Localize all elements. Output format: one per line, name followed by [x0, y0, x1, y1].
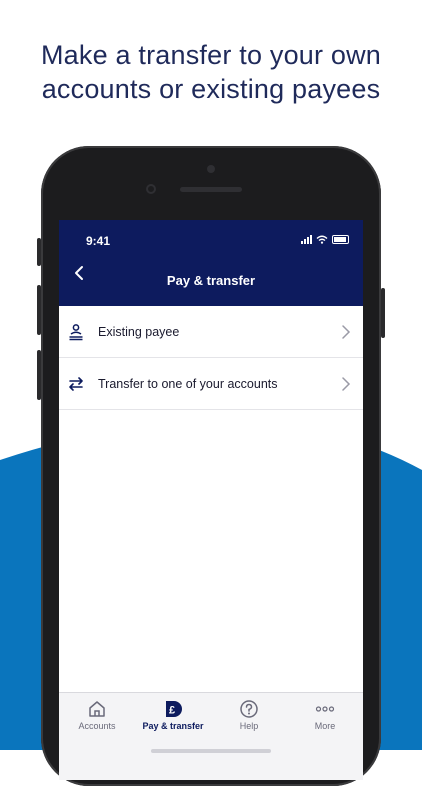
tab-pay-transfer[interactable]: £ Pay & transfer — [135, 693, 211, 753]
tab-bar: Accounts £ Pay & transfer Help More — [59, 692, 363, 780]
more-dots-icon — [315, 706, 335, 712]
phone-screen: 9:41 Pay & transfer Existing payee Trans… — [59, 220, 363, 780]
phone-volume-up — [37, 285, 41, 335]
tab-label: Pay & transfer — [142, 721, 204, 731]
chevron-right-icon — [342, 376, 351, 391]
tab-more[interactable]: More — [287, 693, 363, 753]
chevron-right-icon — [342, 324, 351, 339]
wifi-icon — [316, 235, 328, 244]
tab-label: Accounts — [78, 721, 116, 731]
phone-camera — [146, 184, 156, 194]
phone-volume-down — [37, 350, 41, 400]
list-item-label: Existing payee — [98, 324, 180, 339]
list-item-transfer-own-accounts[interactable]: Transfer to one of your accounts — [59, 358, 363, 410]
tab-accounts[interactable]: Accounts — [59, 693, 135, 753]
headline: Make a transfer to your own accounts or … — [0, 38, 422, 106]
pound-icon: £ — [166, 701, 182, 717]
tab-help[interactable]: Help — [211, 693, 287, 753]
list-item-existing-payee[interactable]: Existing payee — [59, 306, 363, 358]
status-icons — [301, 235, 349, 244]
headline-line-2: accounts or existing payees — [41, 74, 381, 104]
tab-label: Help — [239, 721, 259, 731]
help-icon — [240, 700, 258, 718]
phone-sensor — [207, 165, 215, 173]
svg-text:£: £ — [169, 705, 175, 717]
transfer-arrows-icon — [69, 376, 83, 391]
signal-icon — [301, 235, 312, 244]
headline-line-1: Make a transfer to your own — [40, 40, 382, 70]
list-item-label: Transfer to one of your accounts — [98, 376, 278, 391]
phone-power-button — [381, 288, 385, 338]
payee-person-icon — [69, 323, 83, 340]
status-time: 9:41 — [86, 234, 111, 248]
home-icon — [89, 701, 105, 717]
phone-speaker — [180, 187, 242, 192]
phone-side-button — [37, 238, 41, 266]
tab-label: More — [314, 721, 336, 731]
battery-icon — [332, 235, 349, 244]
app-header: 9:41 Pay & transfer — [59, 220, 363, 306]
page-title: Pay & transfer — [166, 273, 256, 288]
